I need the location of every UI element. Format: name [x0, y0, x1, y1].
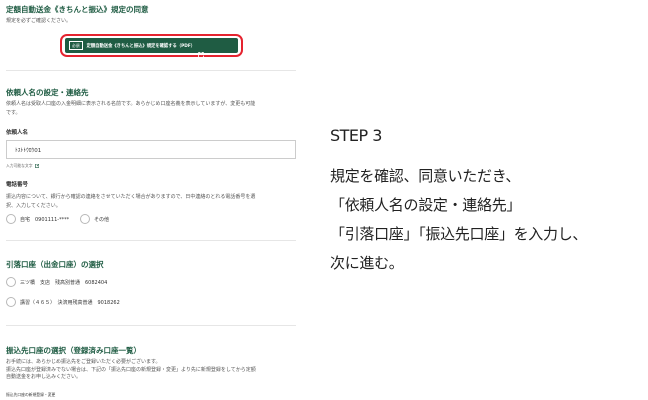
agreement-instruction: 規定を必ずご確認ください。	[6, 18, 72, 24]
allowed-characters-link[interactable]: 入力可能な文字	[6, 163, 33, 168]
debit-account-option-1[interactable]: 三ツ橋 支店 残高別普通 6082404	[6, 277, 107, 287]
radio-button[interactable]	[6, 297, 16, 307]
debit-account-option-2-label: 講習（４６５） 決済用残高普通 9018262	[20, 299, 120, 306]
form-panel: 定額自動送金《きちんと振込》規定の同意 規定を必ずご確認ください。 必須 定額自…	[0, 0, 300, 400]
debit-account-section-title: 引落口座（出金口座）の選択	[6, 260, 104, 269]
requester-description-line2: です。	[6, 110, 21, 116]
payee-description-line3: 自動送金をお申し込みください。	[6, 374, 82, 380]
phone-description: 振込内容について、銀行から確認の連絡をさせていただく場合がありますので、日中連絡…	[6, 193, 298, 211]
requester-section-title: 依頼人名の設定・連絡先	[6, 88, 89, 97]
step-line-2: 「依頼人名の設定・連絡先」	[330, 196, 522, 214]
radio-button[interactable]	[6, 277, 16, 287]
radio-button[interactable]	[80, 214, 90, 224]
requester-description: 依頼人名は受取人口座の入金明細に表示される名前です。あらかじめ口座名義を表示して…	[6, 100, 298, 118]
phone-description-line2: 択、入力してください。	[6, 203, 61, 209]
view-terms-pdf-label: 定額自動送金《きちんと振込》規定を確認する（PDF）	[86, 43, 196, 49]
phone-label: 電話番号	[6, 182, 29, 188]
payee-register-link[interactable]: 振込先口座の新規登録・変更	[6, 392, 55, 398]
payee-account-section-title: 振込先口座の選択（登録済み口座一覧）	[6, 346, 141, 355]
phone-option-other-label: その他	[94, 216, 110, 223]
debit-account-option-1-label: 三ツ橋 支店 残高別普通 6082404	[20, 279, 108, 286]
agreement-section-title: 定額自動送金《きちんと振込》規定の同意	[6, 5, 149, 14]
step-line-3: 「引落口座」「振込先口座」を入力し、	[330, 225, 588, 243]
external-link-icon	[198, 43, 204, 58]
view-terms-pdf-button[interactable]: 必須 定額自動送金《きちんと振込》規定を確認する（PDF）	[65, 38, 238, 58]
external-link-icon	[34, 164, 39, 168]
step-line-4: 次に進む。	[330, 254, 404, 272]
payee-description-line2: 振込先口座が登録済みでない場合は、下記の「振込先口座の新規登録・変更」より先に新…	[6, 366, 256, 373]
section-divider	[6, 240, 296, 241]
phone-description-line1: 振込内容について、銀行から確認の連絡をさせていただく場合がありますので、日中連絡…	[6, 194, 256, 200]
debit-account-option-2[interactable]: 講習（４６５） 決済用残高普通 9018262	[6, 297, 120, 307]
section-divider	[6, 325, 296, 326]
step-title: STEP 3	[330, 126, 382, 145]
requester-description-line1: 依頼人名は受取人口座の入金明細に表示される名前です。あらかじめ口座名義を表示して…	[6, 101, 256, 107]
requester-name-input[interactable]	[6, 140, 296, 159]
step-line-1: 規定を確認、同意いただき、	[330, 167, 521, 185]
section-divider	[6, 70, 296, 71]
radio-button[interactable]	[6, 214, 16, 224]
phone-option-other[interactable]: その他	[80, 214, 109, 224]
payee-account-description: お手続には、あらかじめ振込先をご登録いただく必要がございます。 振込先口座が登録…	[6, 359, 298, 382]
phone-option-home[interactable]: 自宅 0901111-****	[6, 214, 69, 224]
payee-description-line1: お手続には、あらかじめ振込先をご登録いただく必要がございます。	[6, 359, 161, 365]
allowed-characters-note[interactable]: 入力可能な文字	[6, 163, 39, 169]
requester-name-label: 依頼人名	[6, 130, 29, 136]
required-tag: 必須	[69, 41, 83, 50]
phone-option-home-label: 自宅 0901111-****	[20, 216, 70, 223]
